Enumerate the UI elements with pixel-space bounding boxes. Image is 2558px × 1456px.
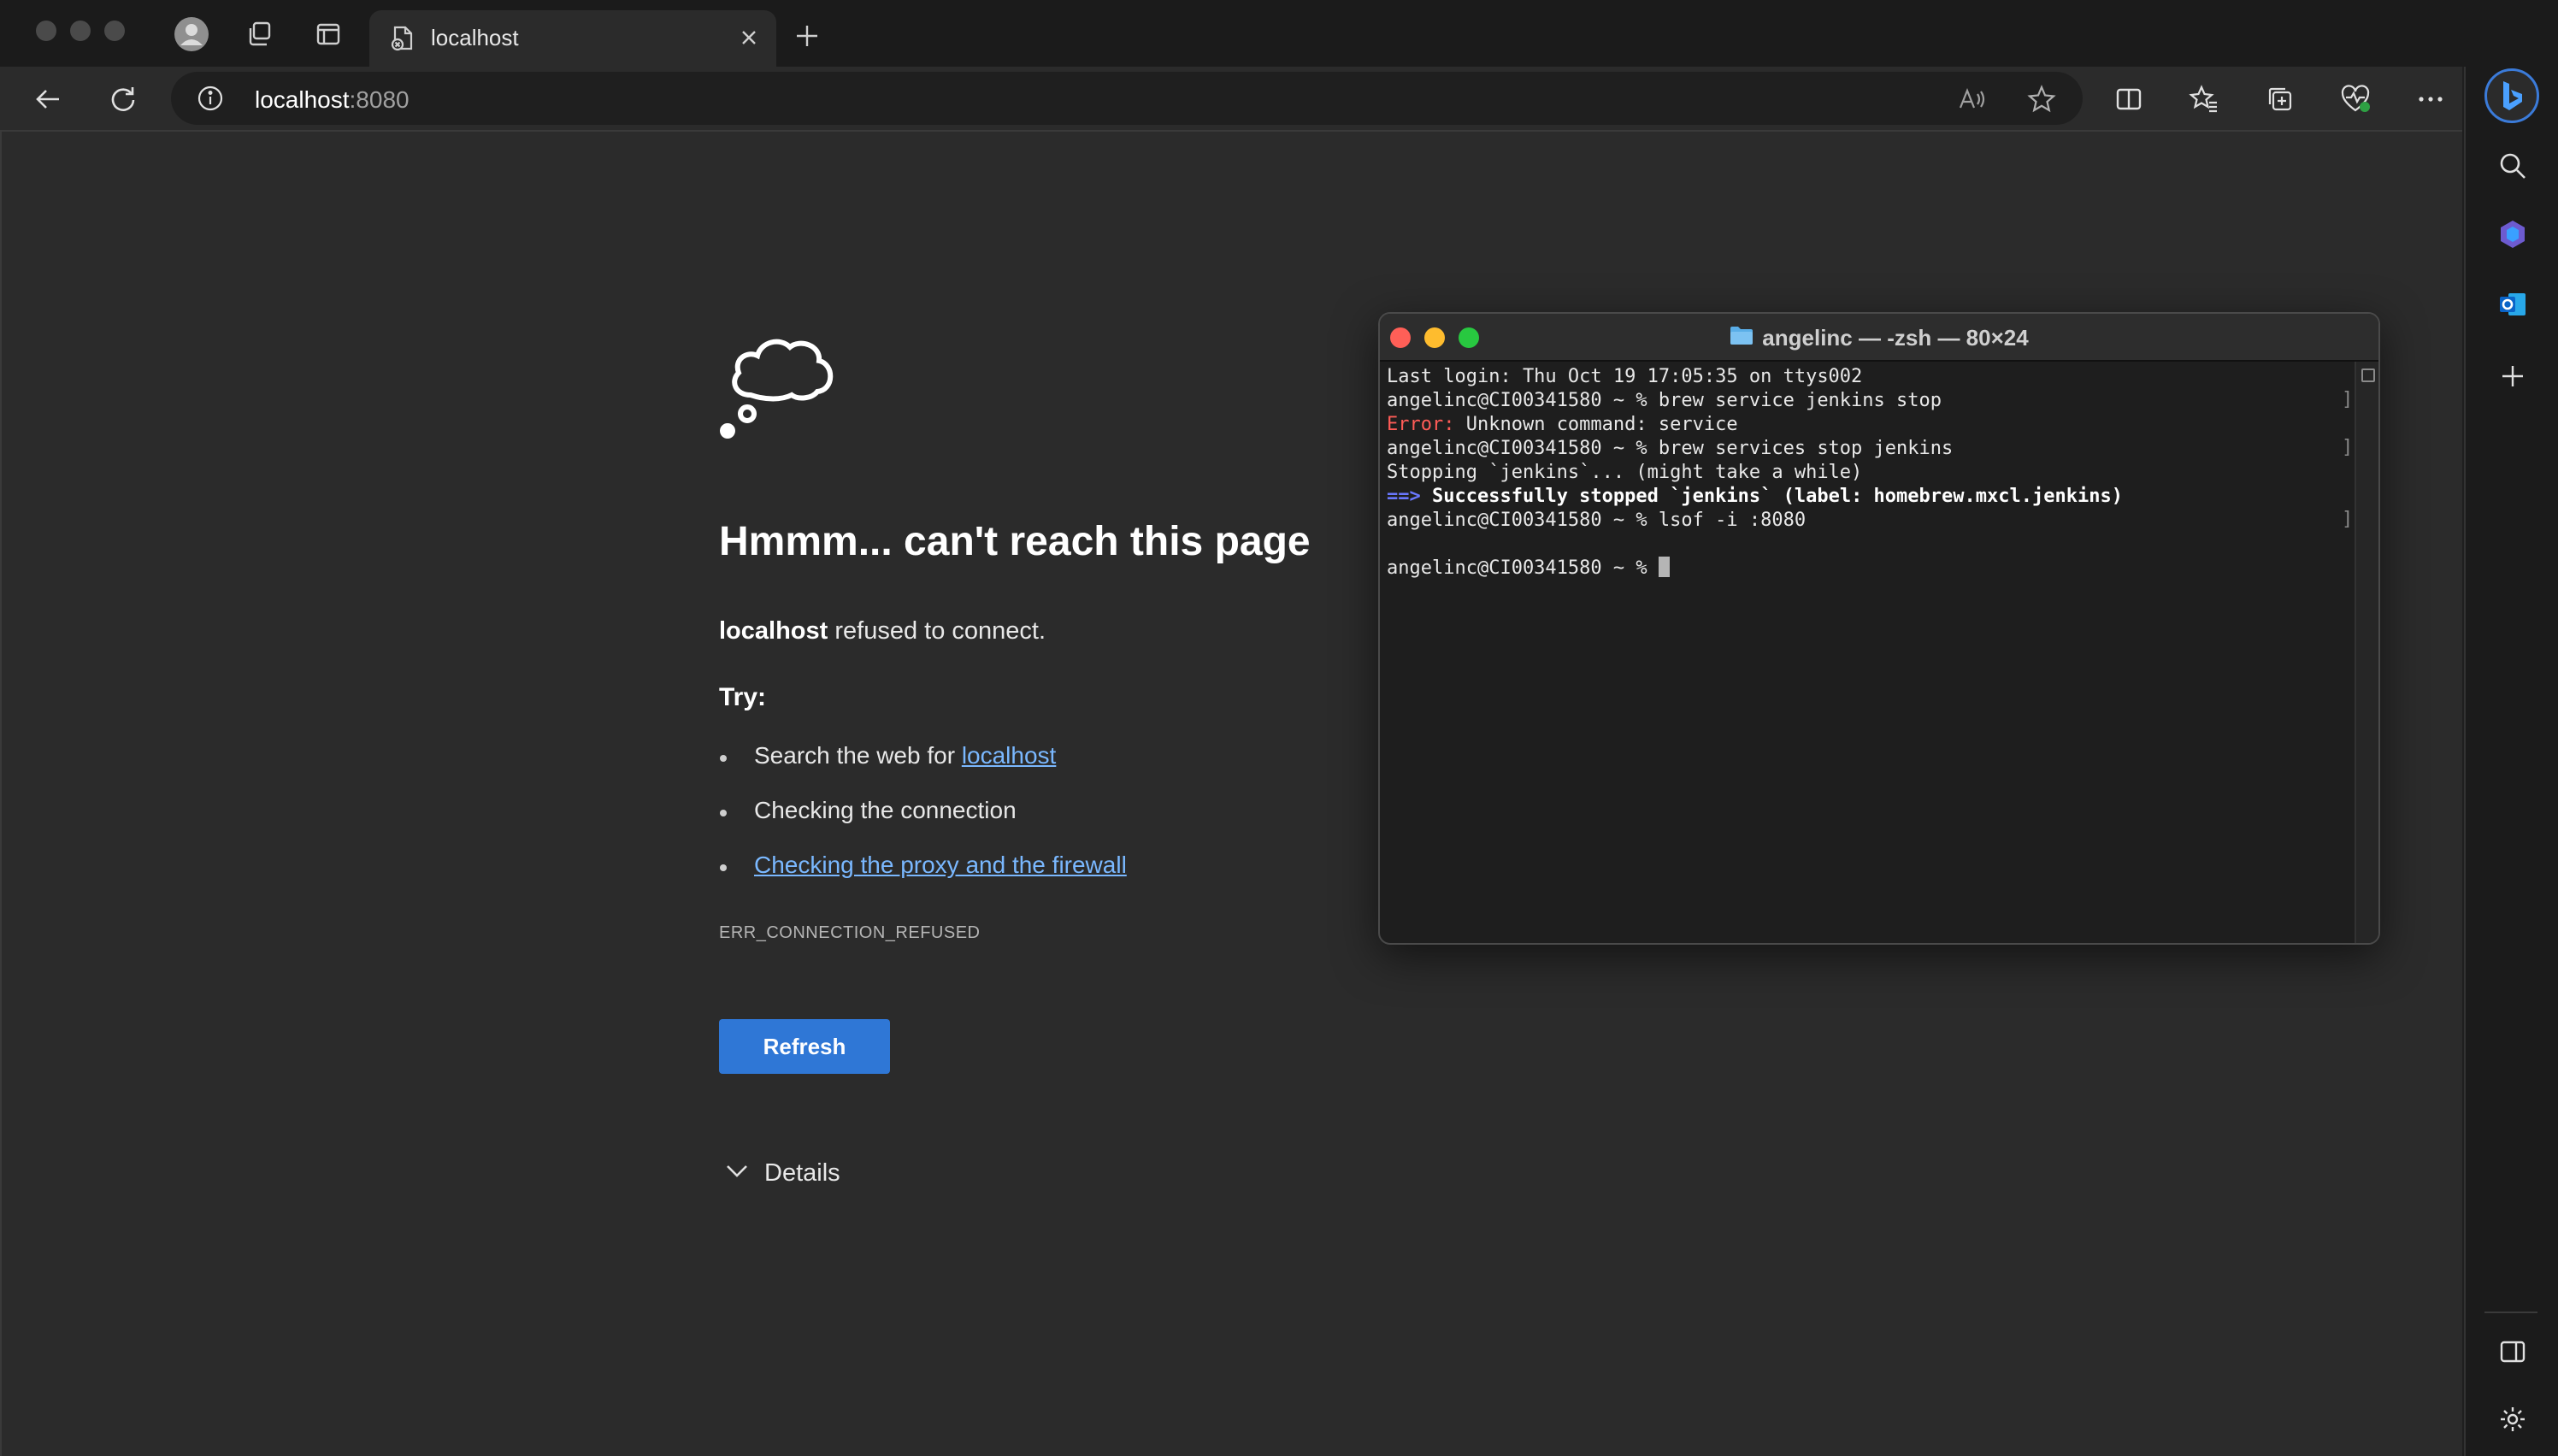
try-label: Try: xyxy=(719,683,767,711)
window-close-button[interactable] xyxy=(36,21,56,41)
refresh-button[interactable]: Refresh xyxy=(719,1019,890,1074)
sidebar-add-icon[interactable] xyxy=(2492,356,2533,397)
terminal-mark: ] xyxy=(2342,509,2354,530)
terminal-prompt: angelinc@CI00341580 ~ % xyxy=(1387,557,1659,579)
split-screen-icon[interactable] xyxy=(2108,79,2149,120)
terminal-line: Last login: Thu Oct 19 17:05:35 on ttys0… xyxy=(1387,366,1863,387)
sidebar-hide-icon[interactable] xyxy=(2492,1331,2533,1372)
suggestion-text: Search the web for xyxy=(754,742,962,769)
terminal-title-text: angelinc — -zsh — 80×24 xyxy=(1762,324,2029,351)
window-zoom-button[interactable] xyxy=(104,21,125,41)
favorites-icon[interactable] xyxy=(2184,79,2225,120)
terminal-line: angelinc@CI00341580 ~ % lsof -i :8080 xyxy=(1387,510,1807,531)
terminal-line: angelinc@CI00341580 ~ % brew services st… xyxy=(1387,438,1954,459)
terminal-line: ==> Successfully stopped `jenkins` (labe… xyxy=(1387,485,2353,509)
tab-title: localhost xyxy=(431,25,519,50)
workspaces-icon[interactable] xyxy=(241,15,279,53)
terminal-arrow-prefix: ==> xyxy=(1387,486,1421,507)
error-host: localhost xyxy=(719,617,828,645)
new-tab-button[interactable] xyxy=(788,17,826,55)
terminal-line: angelinc@CI00341580 ~ % brew service jen… xyxy=(1387,390,1942,411)
suggestion-proxy-firewall: Checking the proxy and the firewall xyxy=(754,852,1127,879)
error-title: Hmmm... can't reach this page xyxy=(719,519,1311,564)
error-code: ERR_CONNECTION_REFUSED xyxy=(719,923,981,942)
terminal-cursor xyxy=(1658,557,1670,577)
bullet xyxy=(720,864,727,871)
terminal-scroll-marker-icon[interactable] xyxy=(2361,368,2375,382)
suggestion-check-connection: Checking the connection xyxy=(754,797,1017,823)
details-label: Details xyxy=(764,1158,840,1187)
bing-copilot-button[interactable] xyxy=(2484,68,2539,123)
tab-localhost[interactable]: localhost xyxy=(369,10,776,67)
chevron-down-icon xyxy=(725,1163,749,1184)
error-description: localhost refused to connect. xyxy=(719,617,1046,645)
browser-titlebar: localhost xyxy=(0,0,2558,67)
terminal-line: Error: Unknown command: service xyxy=(1387,413,2353,437)
address-port: :8080 xyxy=(349,86,410,113)
terminal-error-text: Unknown command: service xyxy=(1454,414,1738,435)
address-bar[interactable]: localhost:8080 xyxy=(171,72,2083,125)
favorite-star-icon[interactable] xyxy=(2025,82,2059,116)
vertical-tabs-icon[interactable] xyxy=(309,15,347,53)
site-info-icon[interactable] xyxy=(197,85,224,112)
terminal-output[interactable]: Last login: Thu Oct 19 17:05:35 on ttys0… xyxy=(1387,365,2353,938)
sidebar-settings-gear-icon[interactable] xyxy=(2492,1399,2533,1440)
sidebar-search-icon[interactable] xyxy=(2492,145,2533,186)
collections-icon[interactable] xyxy=(2260,79,2301,120)
tab-close-icon[interactable] xyxy=(734,22,764,53)
terminal-success-text: Successfully stopped `jenkins` (label: h… xyxy=(1420,486,2123,507)
read-aloud-icon[interactable] xyxy=(1954,82,1989,116)
edge-sidebar xyxy=(2464,67,2558,1456)
reload-button[interactable] xyxy=(103,79,144,120)
terminal-error-prefix: Error: xyxy=(1387,414,1455,435)
terminal-prompt-line: angelinc@CI00341580 ~ % xyxy=(1387,557,2353,581)
page-error-favicon-icon xyxy=(388,24,417,53)
bullet xyxy=(720,810,727,816)
details-toggle[interactable]: Details xyxy=(725,1158,840,1188)
profile-avatar-icon[interactable] xyxy=(173,15,210,53)
address-url: localhost:8080 xyxy=(255,86,410,114)
bullet xyxy=(720,755,727,762)
back-button[interactable] xyxy=(27,79,68,120)
suggestion-search-web: Search the web for localhost xyxy=(754,742,1056,769)
browser-essentials-icon[interactable] xyxy=(2335,79,2376,120)
browser-toolbar: localhost:8080 xyxy=(0,67,2462,132)
terminal-titlebar[interactable]: angelinc — -zsh — 80×24 xyxy=(1380,314,2378,362)
thinking-cloud-icon xyxy=(716,313,845,441)
sidebar-outlook-icon[interactable] xyxy=(2492,284,2533,325)
window-minimize-button[interactable] xyxy=(70,21,91,41)
terminal-line: Stopping `jenkins`... (might take a whil… xyxy=(1387,462,1863,483)
terminal-window[interactable]: angelinc — -zsh — 80×24 Last login: Thu … xyxy=(1378,312,2380,945)
sidebar-divider xyxy=(2484,1312,2537,1313)
terminal-title: angelinc — -zsh — 80×24 xyxy=(1380,314,2378,362)
terminal-mark: ] xyxy=(2342,389,2354,410)
sidebar-copilot-icon[interactable] xyxy=(2492,214,2533,255)
more-options-icon[interactable] xyxy=(2410,79,2451,120)
folder-icon xyxy=(1730,325,1753,351)
terminal-mark: ] xyxy=(2342,437,2354,458)
address-host: localhost xyxy=(255,86,350,113)
search-localhost-link[interactable]: localhost xyxy=(962,742,1057,769)
terminal-scrollbar[interactable] xyxy=(2355,362,2378,943)
proxy-firewall-link[interactable]: Checking the proxy and the firewall xyxy=(754,852,1127,878)
error-description-text: refused to connect. xyxy=(828,617,1046,645)
